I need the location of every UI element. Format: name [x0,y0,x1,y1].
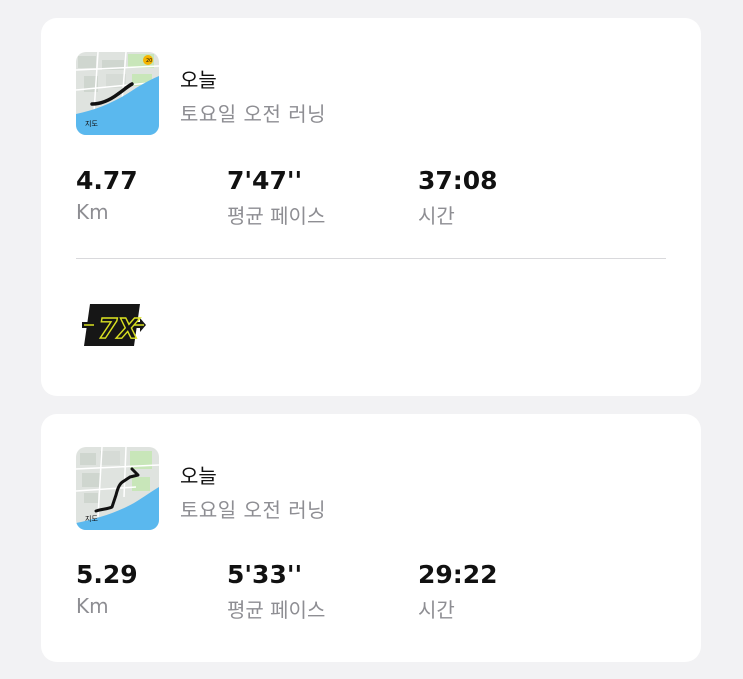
activity-name: 토요일 오전 러닝 [180,498,327,522]
activity-card[interactable]: 지도 오늘 토요일 오전 러닝 5.29 Km 5'33'' 평균 페이스 29… [41,414,701,662]
pace-stat: 7'47'' 평균 페이스 [227,166,325,229]
svg-text:7X: 7X [98,312,140,345]
distance-value: 5.29 [76,560,138,589]
pace-label: 평균 페이스 [227,204,326,228]
route-map-thumbnail[interactable]: 20 지도 [76,52,159,135]
duration-value: 37:08 [418,166,498,195]
streak-badge-icon: 7X [82,304,146,346]
duration-stat: 29:22 시간 [418,560,498,623]
distance-label: Km [76,594,109,618]
duration-stat: 37:08 시간 [418,166,498,229]
route-map-thumbnail[interactable]: 지도 [76,447,159,530]
streak-badge[interactable]: 7X [82,302,146,348]
map-label: 지도 [85,120,98,128]
svg-text:20: 20 [146,58,152,64]
activity-name: 토요일 오전 러닝 [180,102,327,126]
distance-stat: 5.29 Km [76,560,138,618]
activity-date: 오늘 [180,68,217,92]
pace-value: 7'47'' [227,166,303,195]
activity-card[interactable]: 20 지도 오늘 토요일 오전 러닝 4.77 Km 7'47'' 평균 페이스… [41,18,701,396]
pace-value: 5'33'' [227,560,303,589]
activity-date: 오늘 [180,464,217,488]
divider [76,258,666,259]
pace-label: 평균 페이스 [227,598,326,622]
pace-stat: 5'33'' 평균 페이스 [227,560,325,623]
duration-label: 시간 [418,204,455,228]
distance-label: Km [76,200,109,224]
map-label: 지도 [85,515,98,523]
duration-label: 시간 [418,598,455,622]
duration-value: 29:22 [418,560,498,589]
distance-value: 4.77 [76,166,138,195]
distance-stat: 4.77 Km [76,166,138,224]
